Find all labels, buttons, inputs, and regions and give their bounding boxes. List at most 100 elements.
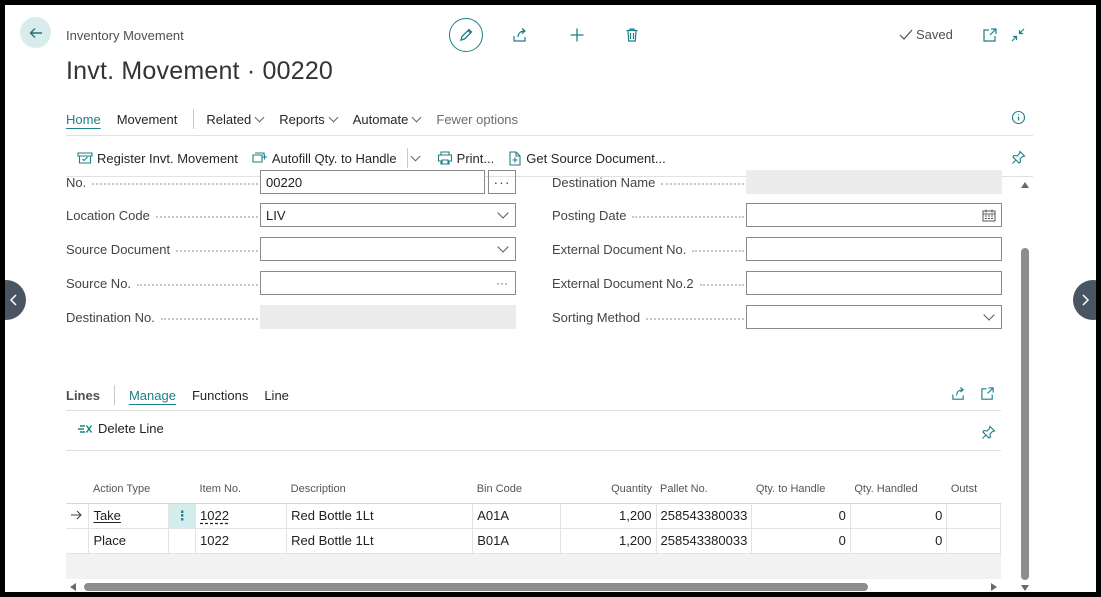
- chevron-down-icon: [411, 112, 422, 122]
- page-frame: Inventory Movement Invt. Movement · 0022…: [5, 5, 1096, 592]
- table-header-row: Action Type Item No. Description Bin Cod…: [66, 451, 1001, 504]
- more-actions-dropdown[interactable]: [410, 151, 421, 161]
- menu-related[interactable]: Related: [206, 112, 265, 127]
- get-source-document-button[interactable]: Get Source Document...: [508, 151, 666, 166]
- lines-pin-button[interactable]: [978, 422, 998, 442]
- next-record-button[interactable]: [1073, 280, 1096, 320]
- column-header-qty-handled[interactable]: Qty. Handled: [850, 451, 947, 504]
- open-in-new-icon: [983, 28, 997, 42]
- location-code-select[interactable]: LIV: [260, 203, 516, 227]
- pallet-no-cell[interactable]: 258543380033: [656, 503, 753, 529]
- bin-code-cell[interactable]: B01A: [472, 528, 561, 554]
- scroll-down-arrow[interactable]: [1021, 585, 1029, 591]
- saved-label: Saved: [916, 27, 953, 42]
- location-code-value: LIV: [266, 207, 286, 223]
- column-header-description[interactable]: Description: [286, 451, 473, 504]
- description-cell[interactable]: Red Bottle 1Lt: [286, 503, 474, 529]
- item-no-value[interactable]: 1022: [200, 508, 229, 523]
- destination-no-label-text: Destination No.: [66, 309, 155, 325]
- printer-icon: [437, 151, 452, 165]
- tab-movement[interactable]: Movement: [117, 112, 178, 127]
- open-new-window-button[interactable]: [980, 25, 1000, 45]
- qty-to-handle-cell[interactable]: 0: [751, 503, 851, 529]
- action-menu: Home Movement Related Reports Automate F…: [66, 105, 534, 133]
- column-header-pallet-no[interactable]: Pallet No.: [656, 451, 752, 504]
- autofill-qty-button[interactable]: Autofill Qty. to Handle: [252, 151, 397, 166]
- menu-reports[interactable]: Reports: [279, 112, 339, 127]
- collapse-button[interactable]: [1008, 25, 1028, 45]
- no-field[interactable]: 00220: [260, 170, 485, 194]
- column-header-quantity[interactable]: Quantity: [560, 451, 657, 504]
- outstanding-cell[interactable]: [946, 503, 1001, 529]
- column-header-menu: [168, 451, 196, 504]
- posting-date-field[interactable]: [746, 203, 1002, 227]
- new-button[interactable]: [567, 25, 587, 45]
- register-invt-movement-button[interactable]: Register Invt. Movement: [77, 151, 238, 166]
- delete-button[interactable]: [622, 25, 642, 45]
- item-no-cell[interactable]: 1022: [195, 528, 288, 554]
- destination-name-field: [746, 170, 1002, 194]
- print-button[interactable]: Print...: [437, 151, 494, 166]
- register-label: Register Invt. Movement: [97, 150, 238, 166]
- triangle-up-icon: [1021, 182, 1029, 188]
- column-header-bin-code[interactable]: Bin Code: [472, 451, 561, 504]
- triangle-left-icon: [70, 583, 76, 591]
- leader-dots: [137, 284, 258, 286]
- tab-functions[interactable]: Functions: [192, 388, 248, 403]
- bin-code-cell[interactable]: A01A: [472, 503, 561, 529]
- location-code-label-text: Location Code: [66, 207, 150, 223]
- info-button[interactable]: [1008, 107, 1028, 127]
- chevron-down-icon: [983, 309, 995, 321]
- table-row[interactable]: Place 1022 Red Bottle 1Lt B01A 1,200 258…: [66, 528, 1001, 554]
- column-header-outstanding[interactable]: Outst: [946, 451, 1001, 504]
- horizontal-scrollbar-thumb[interactable]: [84, 583, 868, 591]
- column-header-qty-to-handle[interactable]: Qty. to Handle: [751, 451, 851, 504]
- lines-expand-button[interactable]: [977, 383, 997, 403]
- back-button[interactable]: [20, 17, 51, 48]
- fewer-options-button[interactable]: Fewer options: [436, 112, 518, 127]
- quantity-cell[interactable]: 1,200: [560, 528, 657, 554]
- leader-dots: [155, 216, 258, 218]
- calendar-icon[interactable]: [982, 209, 996, 222]
- action-type-value[interactable]: Take: [93, 508, 120, 523]
- qty-handled-cell[interactable]: 0: [850, 528, 948, 554]
- menu-automate[interactable]: Automate: [353, 112, 422, 127]
- edit-button[interactable]: [449, 18, 483, 52]
- no-assist-button[interactable]: ···: [488, 170, 516, 194]
- tab-manage[interactable]: Manage: [129, 388, 176, 403]
- tab-home[interactable]: Home: [66, 112, 101, 127]
- scroll-left-arrow[interactable]: [70, 583, 76, 591]
- arrow-right-icon: [71, 510, 82, 520]
- share-button[interactable]: [510, 25, 530, 45]
- sorting-method-select[interactable]: [746, 305, 1002, 329]
- pallet-no-cell[interactable]: 258543380033: [656, 528, 753, 554]
- scroll-right-arrow[interactable]: [991, 583, 997, 591]
- scroll-up-arrow[interactable]: [1021, 182, 1029, 188]
- no-label-text: No.: [66, 174, 87, 190]
- column-header-action-type[interactable]: Action Type: [88, 451, 169, 504]
- lines-grid-area: Action Type Item No. Description Bin Cod…: [66, 451, 1001, 579]
- item-no-cell[interactable]: 1022: [195, 503, 288, 529]
- delete-line-button[interactable]: Delete Line: [77, 421, 164, 436]
- action-type-cell[interactable]: Take: [88, 503, 170, 529]
- pin-actions-button[interactable]: [1008, 147, 1028, 167]
- column-header-item-no[interactable]: Item No.: [195, 451, 287, 504]
- quantity-cell[interactable]: 1,200: [560, 503, 657, 529]
- external-document-no2-field[interactable]: [746, 271, 1002, 295]
- vertical-scrollbar-thumb[interactable]: [1021, 248, 1029, 580]
- description-cell[interactable]: Red Bottle 1Lt: [286, 528, 474, 554]
- row-actions-button[interactable]: ⋮: [168, 503, 197, 529]
- previous-record-button[interactable]: [5, 280, 26, 320]
- location-code-label: Location Code: [66, 203, 258, 227]
- source-no-field[interactable]: ···: [260, 271, 516, 295]
- lines-header-divider: [66, 410, 1001, 411]
- source-document-select[interactable]: [260, 237, 516, 261]
- tab-line[interactable]: Line: [264, 388, 289, 403]
- external-document-no-field[interactable]: [746, 237, 1002, 261]
- lines-share-button[interactable]: [948, 383, 968, 403]
- table-row[interactable]: Take ⋮ 1022 Red Bottle 1Lt A01A 1,200 25…: [66, 503, 1001, 529]
- qty-handled-cell[interactable]: 0: [850, 503, 948, 529]
- outstanding-cell[interactable]: [946, 528, 1001, 554]
- action-type-cell[interactable]: Place: [88, 528, 170, 554]
- qty-to-handle-cell[interactable]: 0: [751, 528, 851, 554]
